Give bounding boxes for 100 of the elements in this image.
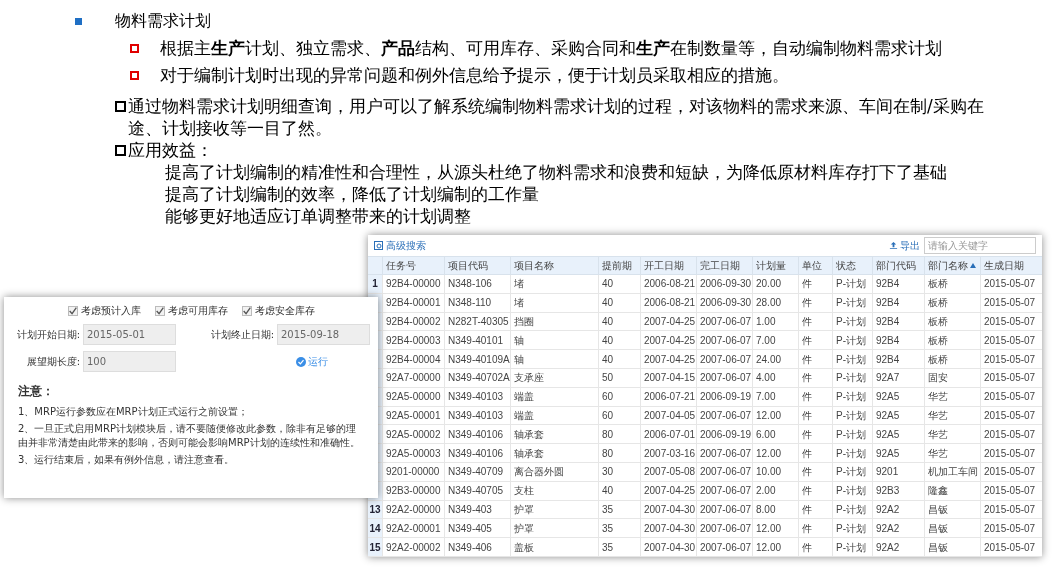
checkbox[interactable]	[154, 305, 165, 316]
table-cell: 92B4	[872, 293, 924, 312]
checkbox-label: 考虑可用库存	[167, 304, 228, 318]
table-cell: P-计划	[832, 444, 872, 462]
table-cell: 件	[798, 463, 832, 481]
table-cell: 板桥	[924, 312, 980, 331]
table-cell: 2006-07-01	[640, 425, 696, 444]
column-header[interactable]: 计划量	[752, 257, 798, 275]
notice-text: 2、一旦正式启用MRP计划模块后，请不要随便修改此参数，除非有足够的理由并非常清楚由此带来的影响，否则可能会影响MRP计划的连续性和准确性。	[18, 422, 361, 450]
table-cell: 端盖	[510, 406, 598, 425]
notice-title: 注意：	[18, 383, 55, 400]
table-cell: 件	[798, 406, 832, 425]
table-cell: 2007-06-07	[696, 500, 752, 519]
table-cell: 华艺	[924, 425, 980, 444]
column-header[interactable]: 项目名称	[510, 257, 598, 275]
table-cell: 92A2-00000	[382, 500, 444, 519]
run-button[interactable]: 运行	[296, 354, 328, 369]
table-cell: 2007-06-07	[696, 444, 752, 462]
column-header[interactable]: 完工日期	[696, 257, 752, 275]
bullet-icon	[75, 17, 82, 25]
table-cell: 堵	[510, 275, 598, 293]
column-header[interactable]: 单位	[798, 257, 832, 275]
table-cell: 2015-05-07	[980, 293, 1038, 312]
table-cell: N349-40109A	[444, 350, 510, 369]
column-header[interactable]: 提前期	[598, 257, 640, 275]
table-cell: 2015-05-07	[980, 481, 1038, 500]
paragraph: 应用效益：	[128, 139, 214, 161]
table-cell: P-计划	[832, 369, 872, 387]
table-cell: 2006-09-30	[696, 293, 752, 312]
table-cell: 堵	[510, 293, 598, 312]
table-cell: N349-40103	[444, 406, 510, 425]
table-cell: 92B4-00003	[382, 331, 444, 350]
table-cell: 2007-04-25	[640, 350, 696, 369]
table-cell: 2007-04-05	[640, 406, 696, 425]
column-header[interactable]: 生成日期	[980, 257, 1038, 275]
table-cell: 92A2	[872, 519, 924, 538]
column-header[interactable]: 部门代码	[872, 257, 924, 275]
table-cell: P-计划	[832, 312, 872, 331]
row-header: 14	[368, 519, 382, 538]
table-cell: 7.00	[752, 387, 798, 406]
table-cell: 9201-00000	[382, 463, 444, 481]
field-label: 计划开始日期:	[15, 328, 80, 342]
table-cell: 2015-05-07	[980, 387, 1038, 406]
table-cell: N349-40106	[444, 444, 510, 462]
table-cell: 机加工车间	[924, 463, 980, 481]
number-field[interactable]: 100	[83, 351, 176, 372]
advanced-search-button[interactable]: 高级搜索	[374, 238, 426, 253]
table-cell: 92B4-00001	[382, 293, 444, 312]
checkbox-label: 考虑预计入库	[80, 304, 141, 318]
table-cell: 1.00	[752, 312, 798, 331]
table-cell: 92B3	[872, 481, 924, 500]
table-cell: 隆鑫	[924, 481, 980, 500]
date-field[interactable]: 2015-05-01	[83, 324, 176, 345]
table-cell: 护罩	[510, 500, 598, 519]
table-cell: 板桥	[924, 293, 980, 312]
table-cell: 35	[598, 519, 640, 538]
export-button[interactable]: 导出	[889, 238, 920, 253]
column-header[interactable]: 开工日期	[640, 257, 696, 275]
table-cell: N349-40705	[444, 481, 510, 500]
table-cell: 件	[798, 350, 832, 369]
table-cell: 12.00	[752, 538, 798, 556]
search-field[interactable]: 请输入关键字	[924, 237, 1036, 254]
table-cell: 4.00	[752, 369, 798, 387]
table-cell: 2015-05-07	[980, 350, 1038, 369]
notice-text: 1、MRP运行参数应在MRP计划正式运行之前设置；	[18, 405, 249, 419]
table-cell: 2015-05-07	[980, 275, 1038, 293]
checkbox[interactable]	[67, 305, 78, 316]
table-cell: 40	[598, 275, 640, 293]
table-cell: 2007-04-25	[640, 481, 696, 500]
column-header[interactable]: 任务号	[382, 257, 444, 275]
column-header[interactable]: 状态	[832, 257, 872, 275]
table-cell: P-计划	[832, 350, 872, 369]
column-header[interactable]: 项目代码	[444, 257, 510, 275]
date-field[interactable]: 2015-09-18	[277, 324, 370, 345]
table-cell: 35	[598, 500, 640, 519]
bullet-icon	[130, 70, 139, 80]
table-cell: 2015-05-07	[980, 444, 1038, 462]
field-label: 展望期长度:	[25, 355, 80, 369]
table-cell: 华艺	[924, 406, 980, 425]
table-cell: P-计划	[832, 425, 872, 444]
checkbox-label: 考虑安全库存	[254, 304, 315, 318]
notice-text: 3、运行结束后，如果有例外信息，请注意查看。	[18, 453, 236, 467]
table-cell: 2007-06-07	[696, 538, 752, 556]
table-cell: 60	[598, 387, 640, 406]
table-cell: 端盖	[510, 387, 598, 406]
bullet-text: 对于编制计划时出现的异常问题和例外信息给予提示，便于计划员采取相应的措施。	[160, 64, 789, 86]
table-cell: 40	[598, 350, 640, 369]
checkbox[interactable]	[241, 305, 252, 316]
table-cell: 2015-05-07	[980, 406, 1038, 425]
table-cell: 2006-09-19	[696, 387, 752, 406]
table-cell: 轴承套	[510, 444, 598, 462]
benefit-text: 提高了计划编制的效率，降低了计划编制的工作量	[165, 183, 540, 205]
table-cell: 40	[598, 331, 640, 350]
table-cell: 92A5-00000	[382, 387, 444, 406]
table-cell: 华艺	[924, 387, 980, 406]
table-cell: 2007-04-25	[640, 312, 696, 331]
column-header[interactable]: 部门名称	[924, 257, 980, 275]
table-cell: 昌钣	[924, 500, 980, 519]
table-cell: 7.00	[752, 331, 798, 350]
table-cell: P-计划	[832, 406, 872, 425]
